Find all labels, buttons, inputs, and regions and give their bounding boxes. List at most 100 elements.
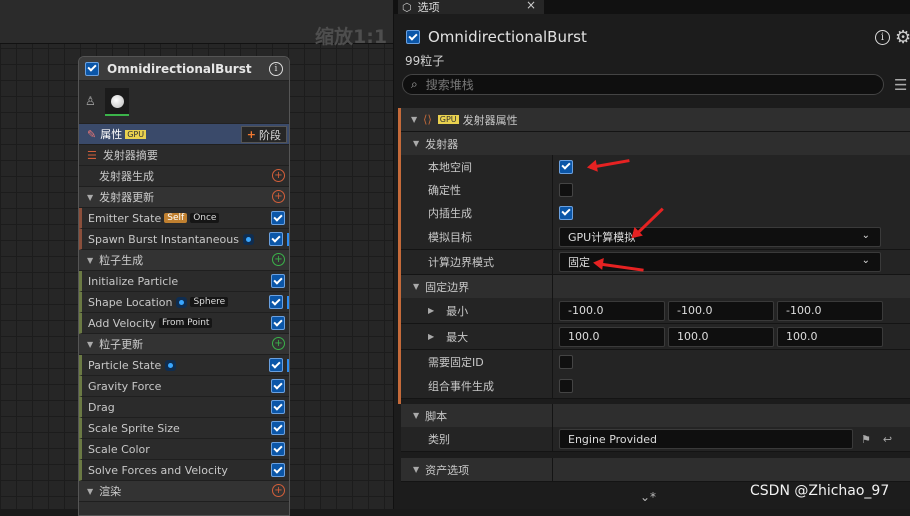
prop-combine-event-spawn[interactable]: 组合事件生成 <box>401 373 910 399</box>
search-input[interactable]: ⌕ 搜索堆栈 <box>402 74 884 95</box>
add-module-icon[interactable]: + <box>272 484 285 497</box>
module-spawn-burst[interactable]: Spawn Burst Instantaneous <box>79 229 289 250</box>
min-z-input[interactable]: -100.0 <box>777 300 883 321</box>
plus-icon: + <box>246 128 256 141</box>
bounds-mode-select[interactable]: 固定 ⌄ <box>559 252 881 272</box>
collapse-icon[interactable]: ▼ <box>87 340 93 349</box>
module-label: Gravity Force <box>88 379 162 393</box>
emitter-update-section[interactable]: ▼ 发射器更新 + <box>79 187 289 208</box>
prop-label: 计算边界模式 <box>401 250 553 274</box>
module-particle-state[interactable]: Particle State <box>79 355 289 376</box>
search-icon: ⌕ <box>411 77 418 91</box>
max-z-input[interactable]: 100.0 <box>777 326 883 347</box>
selection-indicator <box>287 296 289 309</box>
module-enable-checkbox[interactable] <box>269 295 283 309</box>
module-solve-forces[interactable]: Solve Forces and Velocity <box>79 460 289 481</box>
collapse-icon[interactable]: ▼ <box>87 487 93 496</box>
graph-canvas[interactable]: 缩放1:1 OmnidirectionalBurst i ♙ ✎ 属性 GPU … <box>0 0 393 516</box>
module-scale-color[interactable]: Scale Color <box>79 439 289 460</box>
prop-deterministic[interactable]: 确定性 <box>401 178 910 202</box>
module-enable-checkbox[interactable] <box>271 379 285 393</box>
particle-spawn-section[interactable]: ▼ 粒子生成 + <box>79 250 289 271</box>
prop-local-space[interactable]: 本地空间 <box>401 155 910 179</box>
max-y-input[interactable]: 100.0 <box>668 326 774 347</box>
module-gravity-force[interactable]: Gravity Force <box>79 376 289 397</box>
info-icon[interactable]: i <box>269 61 283 76</box>
module-shape-location[interactable]: Shape Location Sphere <box>79 292 289 313</box>
module-initialize-particle[interactable]: Initialize Particle <box>79 271 289 292</box>
module-scale-sprite-size[interactable]: Scale Sprite Size <box>79 418 289 439</box>
add-module-icon[interactable]: + <box>272 169 285 182</box>
module-enable-checkbox[interactable] <box>271 421 285 435</box>
sphere-thumbnail[interactable] <box>105 88 129 116</box>
summary-row[interactable]: ☰ 发射器摘要 <box>79 145 289 166</box>
collapse-icon[interactable]: ▼ <box>87 256 93 265</box>
category-input[interactable]: Engine Provided <box>559 429 853 449</box>
once-tag: Once <box>190 213 220 223</box>
expand-icon[interactable]: ▶ <box>428 332 434 341</box>
prop-min[interactable]: ▶ 最小 -100.0 -100.0 -100.0 <box>401 298 910 324</box>
module-label: Drag <box>88 400 115 414</box>
emitter-enable-checkbox[interactable] <box>406 30 420 44</box>
tab-options[interactable]: ⬡ 选项 × <box>398 0 544 14</box>
combine-event-checkbox[interactable] <box>559 378 573 393</box>
module-enable-checkbox[interactable] <box>269 358 283 372</box>
local-space-checkbox[interactable] <box>559 159 573 174</box>
max-x-input[interactable]: 100.0 <box>559 326 665 347</box>
render-section[interactable]: ▼ 渲染 + <box>79 481 289 502</box>
min-x-input[interactable]: -100.0 <box>559 300 665 321</box>
category-script[interactable]: ▼ 脚本 <box>401 404 910 428</box>
emitter-properties-header[interactable]: ▼ ⟨⟩ GPU 发射器属性 <box>401 108 910 132</box>
info-icon[interactable]: i <box>875 30 890 45</box>
collapse-icon[interactable]: ▼ <box>413 411 419 420</box>
add-stage-button[interactable]: + 阶段 <box>240 126 287 143</box>
emitter-node[interactable]: OmnidirectionalBurst i ♙ ✎ 属性 GPU + 阶段 ☰ … <box>78 56 290 516</box>
collapse-icon[interactable]: ▼ <box>413 465 419 474</box>
module-enable-checkbox[interactable] <box>271 274 285 288</box>
properties-row[interactable]: ✎ 属性 GPU + 阶段 <box>79 124 289 145</box>
collapse-icon[interactable]: ▼ <box>87 193 93 202</box>
max-label: 最大 <box>446 330 469 344</box>
prop-bounds-mode[interactable]: 计算边界模式 固定 ⌄ <box>401 250 910 275</box>
particle-update-section[interactable]: ▼ 粒子更新 + <box>79 334 289 355</box>
collapse-icon[interactable]: ▼ <box>413 139 419 148</box>
category-asset-options[interactable]: ▼ 资产选项 <box>401 458 910 482</box>
module-enable-checkbox[interactable] <box>271 442 285 456</box>
prop-label: ▶ 最大 <box>401 324 553 349</box>
category-emitter[interactable]: ▼ 发射器 <box>401 132 910 156</box>
collapse-icon[interactable]: ▼ <box>411 115 417 124</box>
prop-fixed-bounds[interactable]: ▼ 固定边界 <box>401 275 910 299</box>
module-enable-checkbox[interactable] <box>271 211 285 225</box>
module-enable-checkbox[interactable] <box>269 232 283 246</box>
min-y-input[interactable]: -100.0 <box>668 300 774 321</box>
flag-icon[interactable]: ⚑ <box>861 433 871 446</box>
interpolated-spawn-checkbox[interactable] <box>559 205 573 220</box>
gear-icon[interactable]: ⚙ <box>895 27 910 48</box>
persistent-id-checkbox[interactable] <box>559 354 573 369</box>
module-enable-checkbox[interactable] <box>271 316 285 330</box>
sim-target-select[interactable]: GPU计算模拟 ⌄ <box>559 226 881 247</box>
node-enable-checkbox[interactable] <box>85 61 99 76</box>
add-module-icon[interactable]: + <box>272 190 285 203</box>
module-drag[interactable]: Drag <box>79 397 289 418</box>
add-module-icon[interactable]: + <box>272 337 285 350</box>
expand-icon[interactable]: ▶ <box>428 306 434 315</box>
add-module-icon[interactable]: + <box>272 253 285 266</box>
prop-max[interactable]: ▶ 最大 100.0 100.0 100.0 <box>401 324 910 350</box>
reset-icon[interactable]: ↩ <box>883 433 892 446</box>
emitter-spawn-row[interactable]: 发射器生成 + <box>79 166 289 187</box>
collapse-icon[interactable]: ▼ <box>413 282 419 291</box>
module-enable-checkbox[interactable] <box>271 463 285 477</box>
prop-value: GPU计算模拟 ⌄ <box>553 224 881 249</box>
close-icon[interactable]: × <box>526 0 536 12</box>
footer-chevron[interactable]: ⌄* <box>640 490 656 504</box>
module-enable-checkbox[interactable] <box>271 400 285 414</box>
module-emitter-state[interactable]: Emitter State Self Once <box>79 208 289 229</box>
prop-category[interactable]: 类别 Engine Provided ⚑ ↩ <box>401 427 910 452</box>
deterministic-checkbox[interactable] <box>559 182 573 197</box>
filter-icon[interactable]: ☰ <box>894 76 907 94</box>
module-add-velocity[interactable]: Add Velocity From Point <box>79 313 289 334</box>
prop-requires-persistent-id[interactable]: 需要固定ID <box>401 350 910 374</box>
node-header[interactable]: OmnidirectionalBurst i <box>79 57 289 81</box>
prop-sim-target[interactable]: 模拟目标 GPU计算模拟 ⌄ <box>401 224 910 250</box>
